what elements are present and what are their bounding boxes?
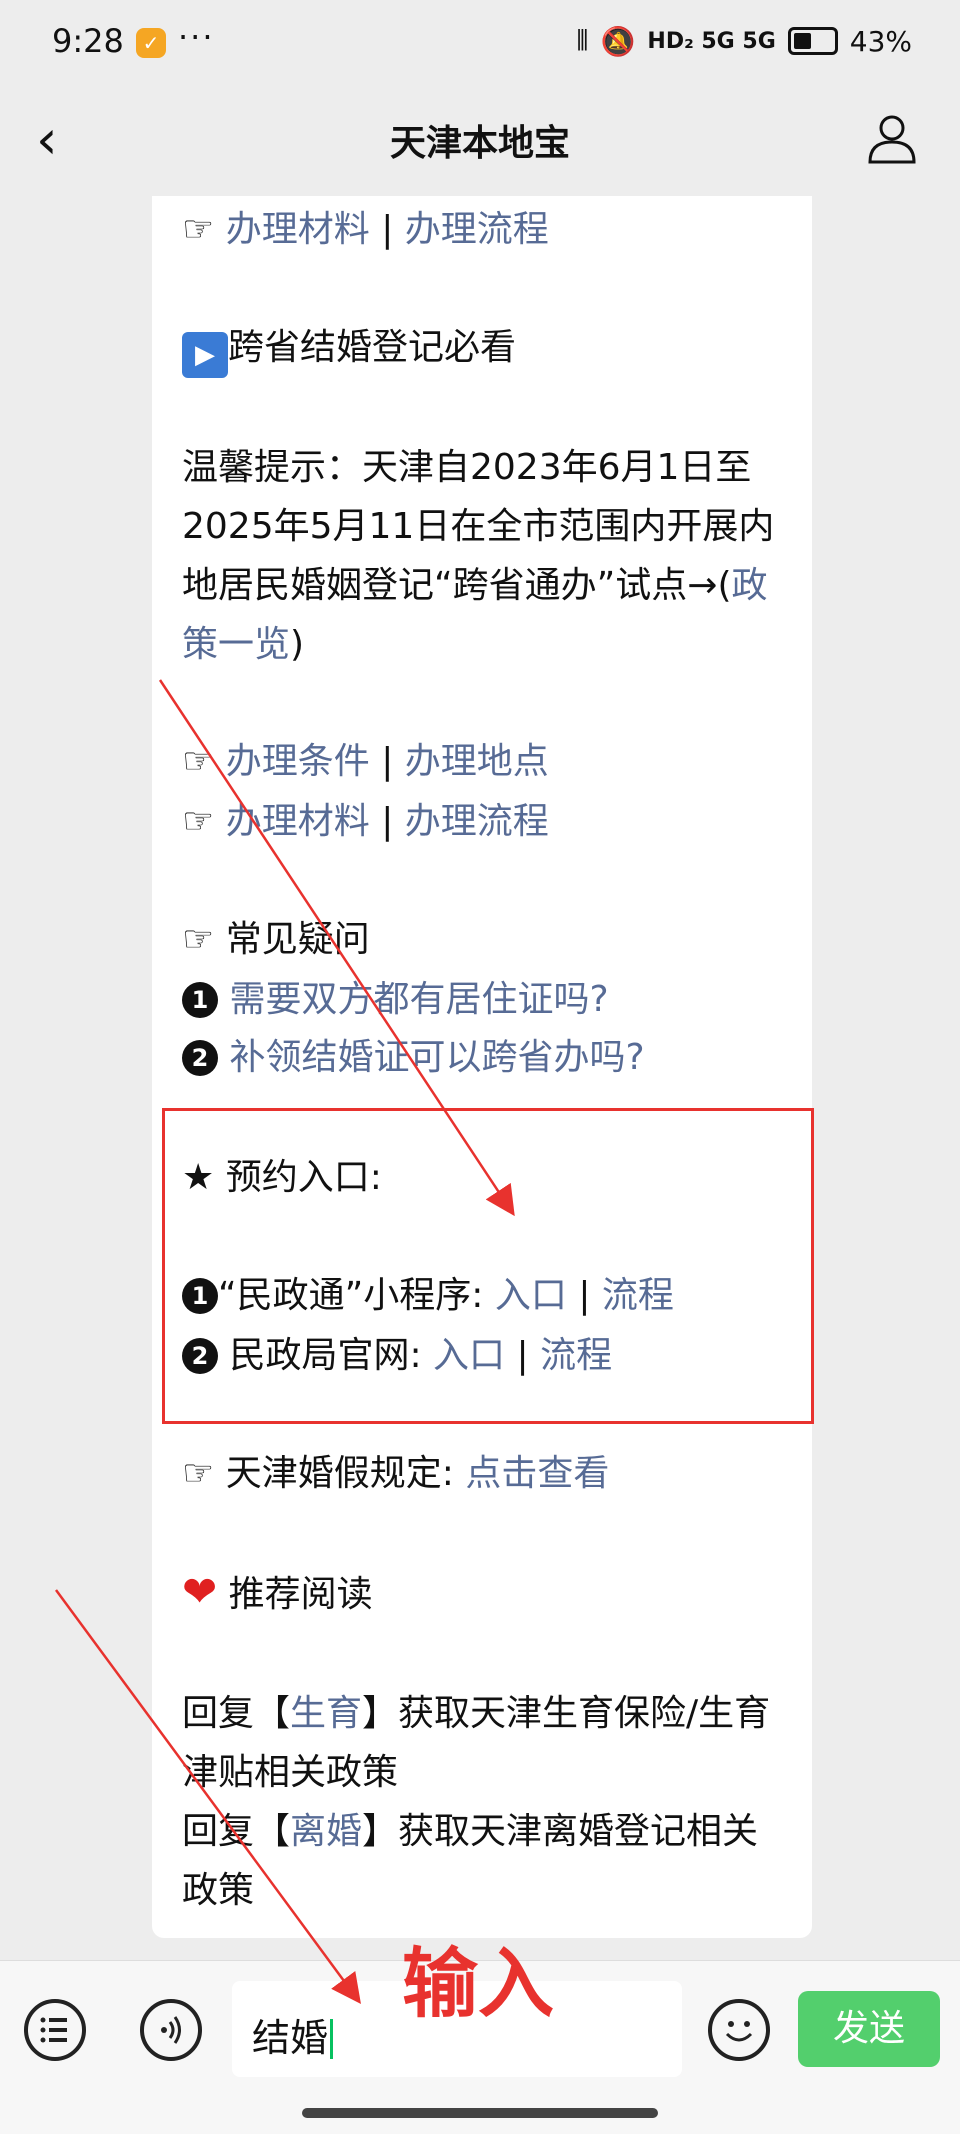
mini-program-flow-link[interactable]: 流程: [602, 1275, 674, 1316]
process-link[interactable]: 办理流程: [405, 209, 549, 250]
recommend-title: 推荐阅读: [228, 1574, 373, 1615]
reply-fertility: 回复【生育】获取天津生育保险/生育津贴相关政策: [182, 1684, 782, 1802]
materials-link[interactable]: 办理材料: [226, 209, 370, 250]
recommend-heading: ❤ 推荐阅读: [182, 1570, 373, 1617]
view-leave-link[interactable]: 点击查看: [465, 1453, 609, 1494]
pointer-icon: ☞: [182, 1453, 215, 1494]
mini-program-entry-link[interactable]: 入口: [495, 1275, 567, 1316]
faq-item-1: 1 需要双方都有居住证吗?: [182, 978, 609, 1022]
mute-icon: 🔕: [600, 24, 636, 58]
text-caret: [330, 2019, 334, 2059]
faq-heading: ☞ 常见疑问: [182, 918, 370, 962]
marriage-leave-row: ☞ 天津婚假规定: 点击查看: [182, 1452, 609, 1496]
menu-list-icon[interactable]: [24, 1999, 86, 2061]
separator: |: [566, 1275, 602, 1316]
play-icon: ▶: [182, 332, 228, 378]
user-profile-icon[interactable]: [864, 110, 920, 166]
tip-text: 温馨提示：天津自2023年6月1日至2025年5月11日在全市范围内开展内地居民…: [182, 447, 775, 606]
emoji-icon[interactable]: [708, 1999, 770, 2061]
separator: |: [505, 1335, 541, 1376]
reply-divorce: 回复【离婚】获取天津离婚登记相关政策: [182, 1802, 782, 1920]
status-bar: 9:28 ✓ ··· ⦀ 🔕 HD₂ 5G 5G 43%: [0, 0, 960, 88]
status-time: 9:28: [52, 22, 124, 60]
pointer-icon: ☞: [182, 209, 215, 250]
booking-item-2-label: 民政局官网:: [229, 1335, 422, 1376]
faq-link-2[interactable]: 补领结婚证可以跨省办吗?: [229, 1037, 644, 1078]
pointer-icon: ☞: [182, 801, 215, 842]
booking-item-1: 1 “民政通”小程序: 入口 | 流程: [182, 1274, 674, 1318]
number-badge: 2: [182, 1040, 218, 1076]
top-links-row: ☞ 办理材料 | 办理流程: [182, 208, 549, 252]
marriage-leave-label: 天津婚假规定:: [225, 1453, 454, 1494]
status-indicators: ⦀ 🔕 HD₂ 5G 5G 43%: [576, 24, 912, 58]
reply-prefix: 回复【: [182, 1693, 291, 1734]
input-text: 结婚: [252, 2016, 329, 2060]
annotation-label: 输入: [402, 1939, 554, 2028]
location-link[interactable]: 办理地点: [405, 741, 549, 782]
faq-link-1[interactable]: 需要双方都有居住证吗?: [229, 979, 608, 1020]
conditions-row: ☞ 办理条件 | 办理地点: [182, 740, 549, 784]
faq-item-2: 2 补领结婚证可以跨省办吗?: [182, 1036, 645, 1080]
fertility-keyword-link[interactable]: 生育: [290, 1693, 362, 1734]
heart-icon: ❤: [182, 1567, 218, 1616]
star-icon: ★: [182, 1157, 215, 1198]
booking-item-2: 2 民政局官网: 入口 | 流程: [182, 1334, 612, 1378]
booking-title: 预约入口:: [225, 1157, 382, 1198]
number-badge: 1: [182, 1278, 218, 1314]
conditions-link[interactable]: 办理条件: [226, 741, 370, 782]
cross-province-text: 跨省结婚登记必看: [228, 327, 517, 368]
materials-row: ☞ 办理材料 | 办理流程: [182, 800, 549, 844]
more-notifications-icon: ···: [178, 18, 215, 56]
battery-icon: [787, 27, 838, 55]
nav-bar: ‹ 天津本地宝: [0, 88, 960, 192]
cross-province-heading: ▶ 跨省结婚登记必看: [182, 326, 516, 378]
process-link-2[interactable]: 办理流程: [405, 801, 549, 842]
home-indicator: [302, 2108, 658, 2118]
divorce-keyword-link[interactable]: 离婚: [290, 1811, 362, 1852]
vibrate-icon: ⦀: [576, 24, 589, 57]
website-entry-link[interactable]: 入口: [433, 1335, 505, 1376]
pointer-icon: ☞: [182, 919, 215, 960]
voice-input-icon[interactable]: [140, 1999, 202, 2061]
booking-heading: ★ 预约入口:: [182, 1156, 382, 1200]
faq-title: 常见疑问: [225, 919, 370, 960]
materials-link-2[interactable]: 办理材料: [226, 801, 370, 842]
website-flow-link[interactable]: 流程: [540, 1335, 612, 1376]
number-badge: 2: [182, 1338, 218, 1374]
reply-prefix: 回复【: [182, 1811, 291, 1852]
app-notification-icon: ✓: [136, 28, 166, 58]
pointer-icon: ☞: [182, 741, 215, 782]
tip-suffix: ): [290, 624, 305, 665]
battery-percent: 43%: [849, 24, 912, 58]
separator: |: [369, 209, 405, 250]
message-input-value: 结婚: [252, 2007, 334, 2062]
separator: |: [369, 801, 405, 842]
page-title: 天津本地宝: [389, 123, 570, 164]
network-indicator: HD₂ 5G 5G: [647, 28, 776, 54]
send-button[interactable]: 发送: [798, 1991, 940, 2067]
booking-item-1-label: “民政通”小程序:: [218, 1275, 484, 1316]
number-badge: 1: [182, 982, 218, 1018]
tip-paragraph: 温馨提示：天津自2023年6月1日至2025年5月11日在全市范围内开展内地居民…: [182, 438, 782, 674]
separator: |: [369, 741, 405, 782]
